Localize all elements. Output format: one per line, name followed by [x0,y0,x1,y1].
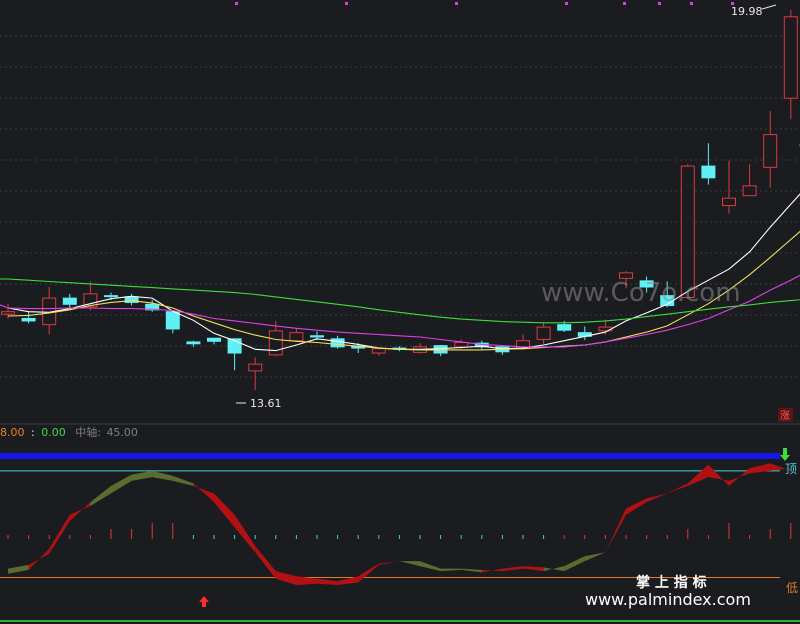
top-marker-dot [235,2,238,5]
candle-body [165,311,180,330]
brand-cn: 掌 上 指 标 [636,574,707,591]
candle-body [557,324,572,331]
candle-body [289,332,304,342]
low-marker: 低 [786,581,798,595]
candle-body [186,341,201,345]
candle-body [722,197,736,207]
candle-body [21,317,36,322]
top-marker-dot [623,2,626,5]
zhang-badge: 涨 [780,410,790,422]
header-value-a: 8.00 [0,426,25,439]
candle-body [763,134,778,168]
candle-body [310,335,324,338]
top-marker-dot [455,2,458,5]
indicator-header: 8.00 : 0.00 中轴: 45.00 [0,425,138,439]
candle-body [248,363,263,372]
header-sep: : [31,426,35,439]
candle-body [371,348,386,354]
candle-body [330,338,345,348]
candle-body [207,337,221,342]
top-marker-dot [658,2,661,5]
candle-body [742,185,757,197]
candle-body [536,326,551,340]
top-marker-dot [345,2,348,5]
candle-body [598,326,613,332]
header-axis-value: 45.00 [106,426,138,439]
high-price-label: 19.98 [731,5,763,18]
header-axis-label: 中轴: [75,425,101,439]
candle-body [701,165,716,179]
brand-url: www.palmindex.com [585,590,751,609]
low-price-label: 13.61 [250,397,282,410]
candle-body [1,311,15,315]
top-marker: 顶 [785,462,797,476]
candle-body [62,297,77,305]
kline-indicator-chart: 19.98 13.61 www.Co7o.com 涨 8.00 : 0.00 中… [0,0,800,624]
top-marker-dot [690,2,693,5]
top-marker-dot [565,2,568,5]
candle-body [454,342,469,348]
header-value-b: 0.00 [41,426,66,439]
candle-body [104,295,118,298]
candle-body [268,330,283,356]
watermark-text: www.Co7o.com [541,278,741,308]
candle-body [783,16,798,99]
